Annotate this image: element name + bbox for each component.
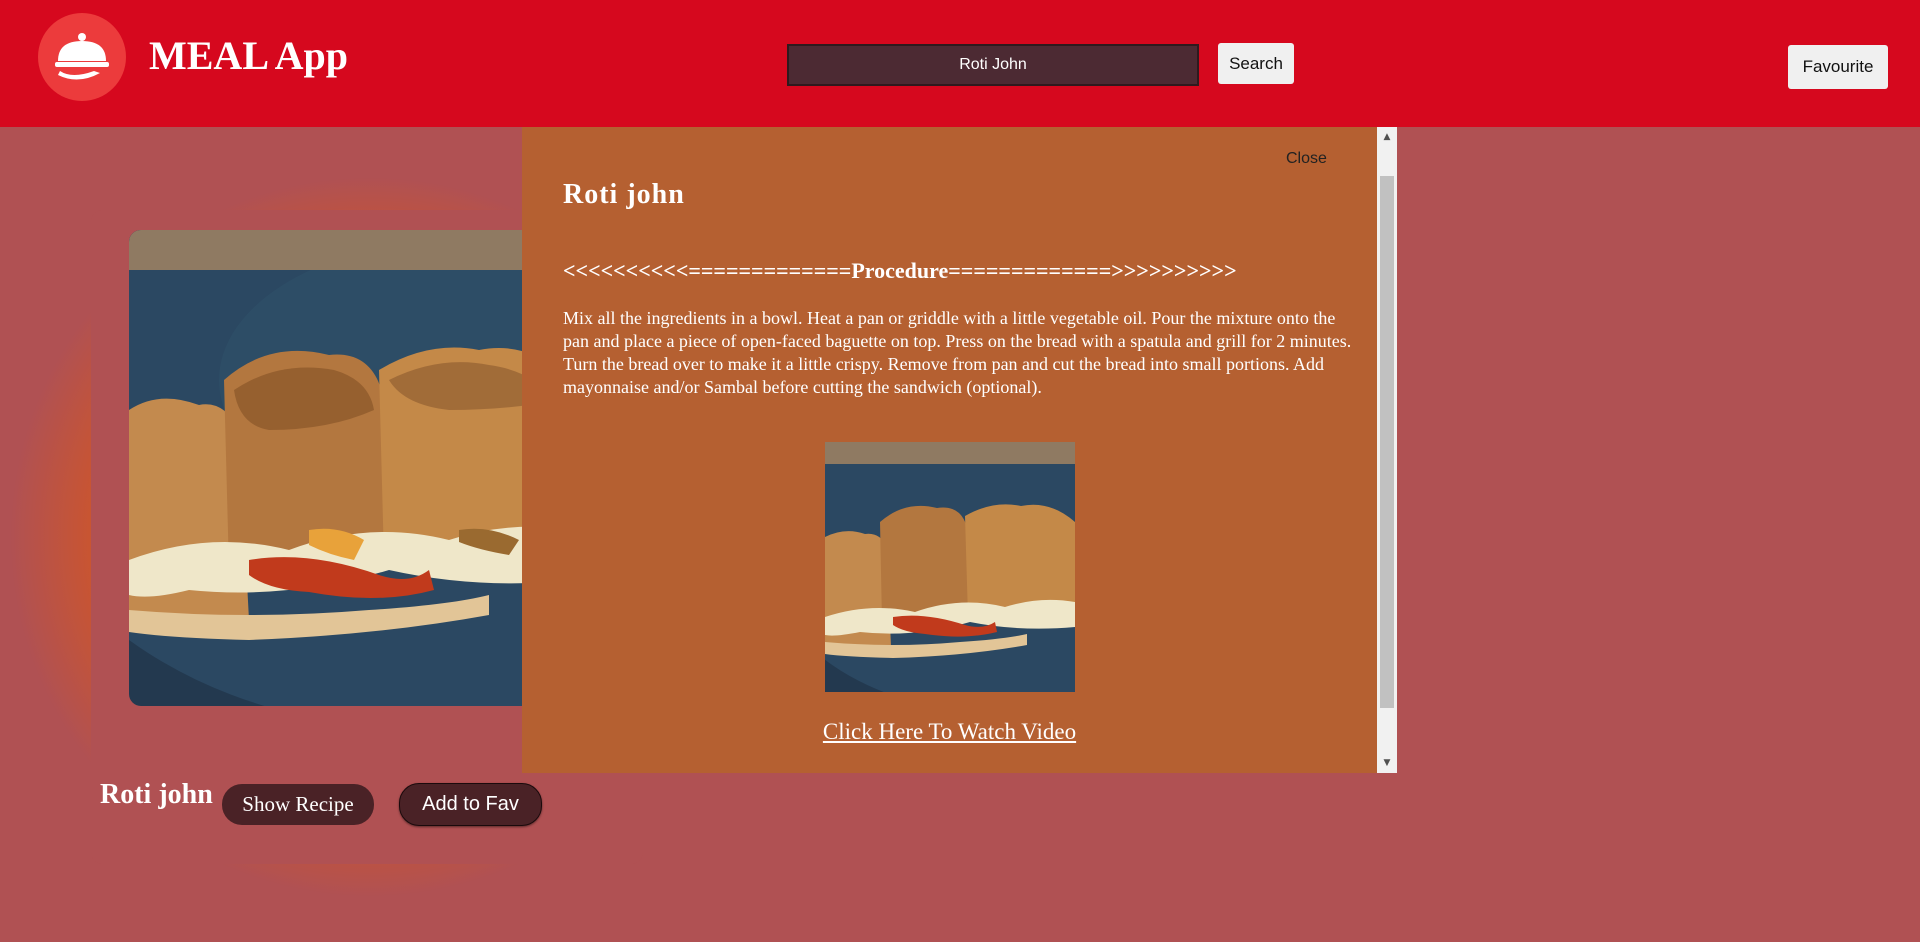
scroll-thumb[interactable] xyxy=(1380,176,1394,708)
show-recipe-button[interactable]: Show Recipe xyxy=(222,784,374,825)
modal-scrollbar[interactable]: ▲ ▼ xyxy=(1377,127,1397,773)
watch-video-link[interactable]: Click Here To Watch Video xyxy=(522,719,1377,745)
logo xyxy=(38,13,126,101)
scroll-down-arrow-icon[interactable]: ▼ xyxy=(1377,753,1397,773)
meal-card-title: Roti john xyxy=(100,779,213,810)
close-button[interactable]: Close xyxy=(1286,150,1327,168)
app-title: MEAL App xyxy=(149,33,348,78)
favourite-button[interactable]: Favourite xyxy=(1788,45,1888,89)
app-header: MEAL App Search Favourite xyxy=(0,0,1920,127)
recipe-title: Roti john xyxy=(563,179,685,210)
recipe-instructions: Mix all the ingredients in a bowl. Heat … xyxy=(563,308,1352,397)
procedure-heading: <<<<<<<<<<=============Procedure========… xyxy=(563,258,1237,283)
search-button[interactable]: Search xyxy=(1218,43,1294,84)
recipe-image xyxy=(825,442,1075,692)
meal-image xyxy=(129,230,574,706)
recipe-modal: Close Roti john <<<<<<<<<<=============P… xyxy=(522,127,1377,773)
search-input[interactable] xyxy=(787,44,1199,86)
scroll-up-arrow-icon[interactable]: ▲ xyxy=(1377,127,1397,147)
add-to-fav-button[interactable]: Add to Fav xyxy=(399,783,542,826)
cloche-icon xyxy=(55,33,109,80)
